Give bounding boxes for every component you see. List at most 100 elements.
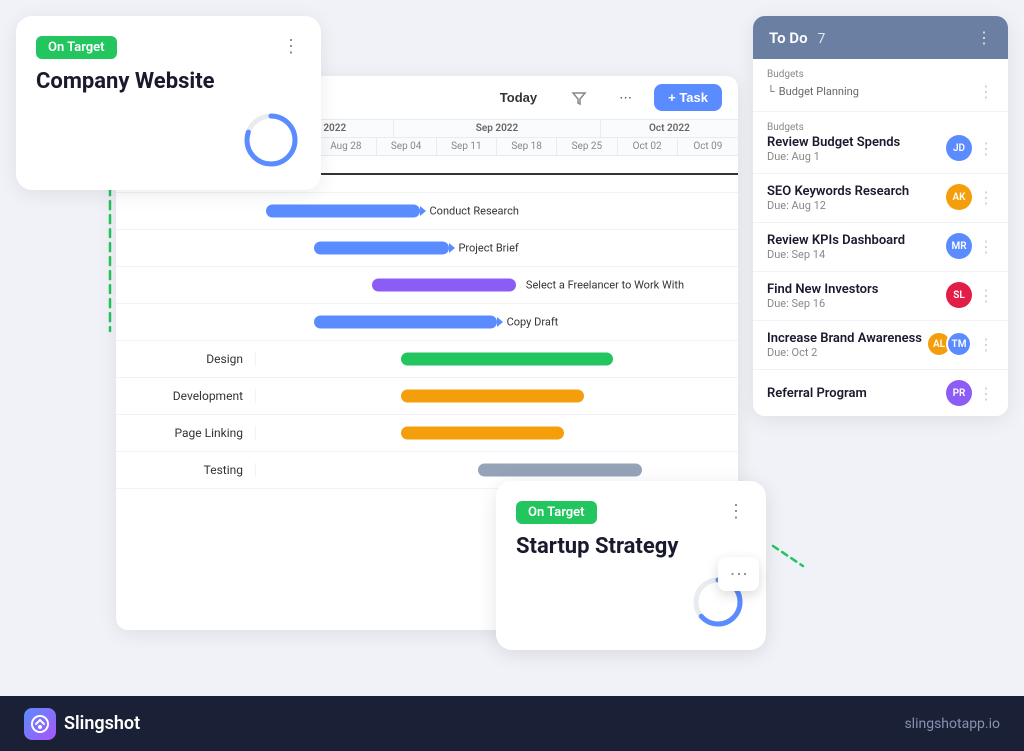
todo-header-more[interactable]: ⋮ [976,28,992,47]
todo-title: To Do 7 [769,28,825,47]
avatar-investors: SL [946,282,972,308]
avatar-review-budget: JD [946,135,972,161]
todo-item-referral: Referral Program PR ⋮ [753,370,1008,416]
filter-button[interactable] [561,85,597,111]
gantt-row-development: Development [116,378,738,415]
footer: Slingshot slingshotapp.io [0,696,1024,751]
week-sep04: Sep 04 [377,138,437,155]
gantt-bar-page-linking [401,427,565,440]
gantt-row-page-linking: Page Linking [116,415,738,452]
todo-row-budget-planning: └ Budget Planning ⋮ [767,82,994,101]
gantt-bar-label-project-brief: Project Brief [458,242,518,255]
gantt-bar-arrow-2 [449,243,455,253]
week-sep25: Sep 25 [557,138,617,155]
main-content: On Target ⋮ Company Website [16,16,1008,680]
slingshot-logo-icon [24,708,56,740]
todo-row-referral: Referral Program PR ⋮ [767,380,994,406]
startup-progress-ring [516,575,746,630]
gantt-label-testing: Testing [116,463,256,477]
gantt-row-conduct-research: Conduct Research [116,193,738,230]
avatar-brand-2: TM [946,331,972,357]
week-oct09: Oct 09 [678,138,738,155]
gantt-row-design: Design [116,341,738,378]
todo-category-budgets-2: Budgets [767,122,994,133]
gantt-bar-label-freelancer: Select a Freelancer to Work With [526,279,684,292]
gantt-bar-label-conduct-research: Conduct Research [430,205,519,218]
todo-item-brand: Increase Brand Awareness Due: Oct 2 AL T… [753,321,1008,370]
todo-name-referral: Referral Program [767,386,867,401]
startup-card-title: Startup Strategy [516,534,746,559]
todo-more-referral[interactable]: ⋮ [978,384,994,403]
todo-header: To Do 7 ⋮ [753,16,1008,59]
todo-item-review-budget: Budgets Review Budget Spends Due: Aug 1 … [753,112,1008,174]
footer-logo-text: Slingshot [64,713,140,734]
company-progress-ring [36,110,301,170]
gantt-bar-arrow-1 [420,206,426,216]
todo-more-budget-planning[interactable]: ⋮ [978,82,994,101]
gantt-bar-development [401,390,584,403]
gantt-bar-area-design [256,341,738,377]
todo-row-seo: SEO Keywords Research Due: Aug 12 AK ⋮ [767,184,994,212]
week-aug28: Aug 28 [316,138,376,155]
todo-actions-referral: PR ⋮ [946,380,994,406]
gantt-bar-testing [478,464,642,477]
arrow-icon: └ [767,85,775,98]
startup-card-more-button[interactable]: ⋮ [727,501,746,522]
todo-row-investors: Find New Investors Due: Sep 16 SL ⋮ [767,282,994,310]
add-task-button[interactable]: + Task [654,84,722,111]
gantt-label-development: Development [116,389,256,403]
company-card-more-button[interactable]: ⋮ [282,36,301,57]
company-card-header: On Target ⋮ [36,36,301,59]
startup-card-header: On Target ⋮ [516,501,746,524]
footer-logo: Slingshot [24,708,140,740]
more-options-button[interactable]: ⋯ [609,85,642,111]
todo-actions-seo: AK ⋮ [946,184,994,210]
dashed-arrows-decoration [763,536,813,580]
on-target-badge: On Target [36,36,117,59]
week-sep18: Sep 18 [497,138,557,155]
gantt-bar-project-brief [314,242,449,255]
avatar-seo: AK [946,184,972,210]
todo-header-title-text: To Do [769,29,808,47]
gantt-months-row: Aug 2022 Sep 2022 Oct 2022 [256,120,738,138]
todo-row-kpis: Review KPIs Dashboard Due: Sep 14 MR ⋮ [767,233,994,261]
gantt-body: Website Conduct Research Proj [116,156,738,489]
company-card-title: Company Website [36,69,301,94]
today-button[interactable]: Today [488,85,549,110]
todo-name-review-budget: Review Budget Spends Due: Aug 1 [767,135,900,163]
todo-actions-brand: AL TM ⋮ [926,331,994,357]
gantt-row-freelancer: Select a Freelancer to Work With [116,267,738,304]
todo-count: 7 [818,31,826,47]
todo-panel: To Do 7 ⋮ Budgets └ Budget Planning ⋮ Bu… [753,16,1008,416]
gantt-row-project-brief: Project Brief [116,230,738,267]
gantt-bar-design [401,353,613,366]
todo-name-investors: Find New Investors Due: Sep 16 [767,282,878,310]
floating-more-dots[interactable]: ⋮ [718,557,759,591]
todo-more-brand[interactable]: ⋮ [978,335,994,354]
month-sep: Sep 2022 [394,120,601,137]
todo-more-kpis[interactable]: ⋮ [978,237,994,256]
todo-more-review-budget[interactable]: ⋮ [978,139,994,158]
todo-row-review-budget: Review Budget Spends Due: Aug 1 JD ⋮ [767,135,994,163]
gantt-bar-arrow-4 [497,317,503,327]
todo-item-seo: SEO Keywords Research Due: Aug 12 AK ⋮ [753,174,1008,223]
gantt-bar-area-3: Select a Freelancer to Work With [256,267,738,303]
gantt-label-design: Design [116,352,256,366]
todo-name-kpis: Review KPIs Dashboard Due: Sep 14 [767,233,905,261]
gantt-label-page-linking: Page Linking [116,426,256,440]
week-sep11: Sep 11 [437,138,497,155]
todo-actions-review-budget: JD ⋮ [946,135,994,161]
gantt-dates-area: Aug 2022 Sep 2022 Oct 2022 Aug 21 Aug 28… [256,120,738,155]
startup-on-target-badge: On Target [516,501,597,524]
gantt-bar-area-2: Project Brief [256,230,738,266]
gantt-weeks-row: Aug 21 Aug 28 Sep 04 Sep 11 Sep 18 Sep 2… [256,138,738,155]
gantt-website-line [256,173,738,175]
avatar-referral: PR [946,380,972,406]
company-website-card: On Target ⋮ Company Website [16,16,321,190]
todo-item-kpis: Review KPIs Dashboard Due: Sep 14 MR ⋮ [753,223,1008,272]
footer-url: slingshotapp.io [904,716,1000,732]
todo-more-seo[interactable]: ⋮ [978,188,994,207]
todo-item-budget-planning: Budgets └ Budget Planning ⋮ [753,59,1008,112]
todo-more-investors[interactable]: ⋮ [978,286,994,305]
todo-category-budgets-1: Budgets [767,69,994,80]
